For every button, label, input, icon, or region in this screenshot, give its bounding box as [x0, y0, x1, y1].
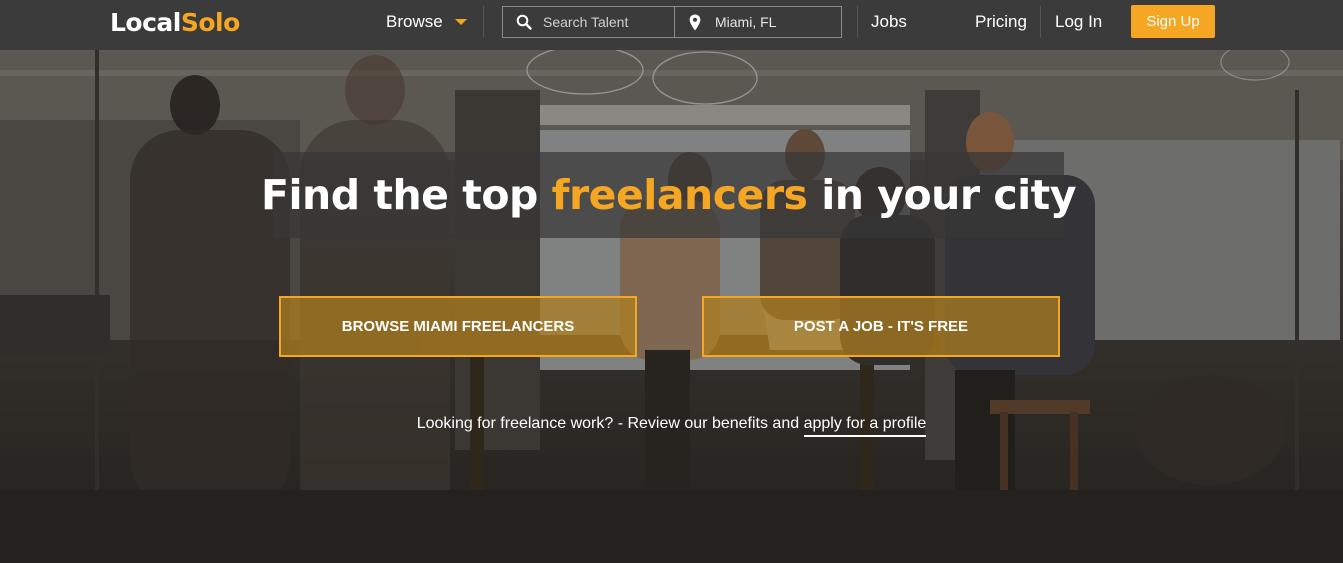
nav-pricing-link[interactable]: Pricing	[975, 0, 1027, 44]
nav-divider	[857, 6, 858, 38]
hero-section	[0, 50, 1343, 563]
logo-text-local: Local	[110, 8, 181, 37]
nav-jobs-link[interactable]: Jobs	[871, 0, 907, 44]
post-job-button[interactable]: POST A JOB - IT'S FREE	[702, 296, 1060, 357]
top-navbar: LocalSolo Browse Jobs Pricing Log In Sig…	[0, 0, 1343, 50]
browse-menu[interactable]: Browse	[386, 0, 467, 44]
hero-overlay	[0, 50, 1343, 563]
map-pin-icon	[689, 14, 701, 31]
location-field	[675, 7, 841, 37]
headline-part1: Find the top	[260, 171, 552, 219]
headline-highlight: freelancers	[551, 171, 808, 219]
nav-divider	[1040, 6, 1041, 38]
nav-login-link[interactable]: Log In	[1055, 0, 1102, 44]
logo-text-solo: Solo	[180, 8, 240, 37]
localsolo-logo[interactable]: LocalSolo	[110, 8, 240, 38]
nav-divider	[483, 6, 484, 38]
search-bar	[502, 6, 842, 38]
caret-down-icon	[454, 19, 467, 25]
browse-label: Browse	[386, 12, 443, 31]
search-talent-field	[503, 7, 675, 37]
headline-part2: in your city	[807, 171, 1077, 219]
browse-freelancers-button[interactable]: BROWSE MIAMI FREELANCERS	[279, 296, 637, 357]
apply-profile-link[interactable]: apply for a profile	[803, 415, 927, 437]
freelance-work-note: Looking for freelance work? - Review our…	[0, 415, 1343, 437]
hero-headline: Find the top freelancers in your city	[261, 152, 1077, 238]
signup-button[interactable]: Sign Up	[1131, 5, 1215, 38]
freelance-work-text: Looking for freelance work? - Review our…	[416, 415, 804, 432]
search-icon	[516, 14, 532, 30]
